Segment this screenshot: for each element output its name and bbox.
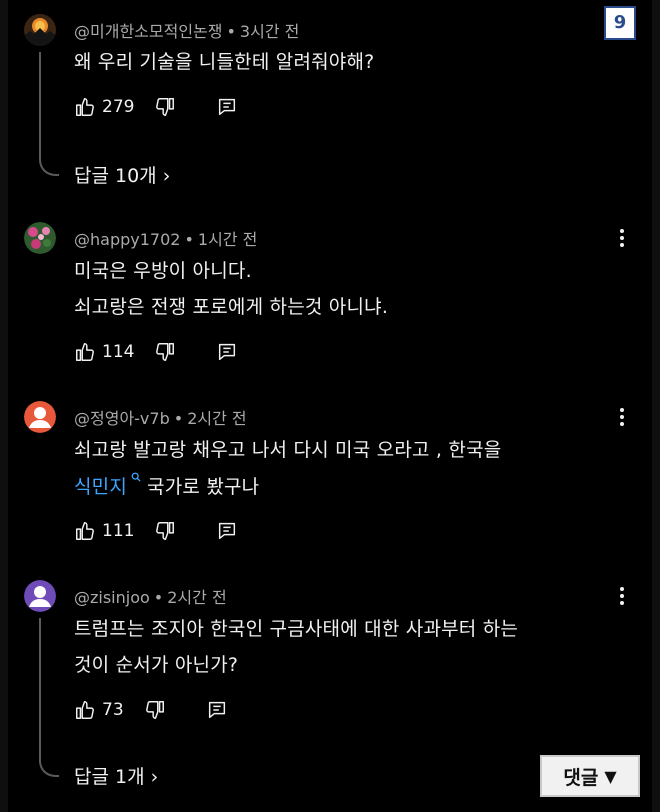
comment-actions: 111 xyxy=(74,520,238,542)
thumbs-down-icon xyxy=(145,701,164,719)
more-vert-icon[interactable] xyxy=(612,405,632,429)
like-count: 73 xyxy=(102,700,124,720)
thumbs-up-icon xyxy=(76,343,94,361)
reply-button[interactable] xyxy=(216,341,238,363)
thumbs-down-icon xyxy=(156,343,175,361)
comment-text: 왜 우리 기술을 니들한테 알려줘야해? xyxy=(74,51,375,73)
more-vert-icon[interactable] xyxy=(612,226,632,250)
comment-time[interactable]: 2시간 전 xyxy=(167,588,226,607)
reply-button[interactable] xyxy=(206,699,228,721)
search-icon[interactable] xyxy=(131,472,141,482)
avatar[interactable] xyxy=(24,401,56,433)
separator-dot: • xyxy=(184,230,194,249)
comment-icon xyxy=(219,343,236,361)
page-number-badge: 9 xyxy=(604,6,636,40)
reply-dropdown-button[interactable]: 댓글 ▼ xyxy=(540,755,640,797)
comment-actions: 73 xyxy=(74,699,228,721)
comment-text: 것이 순서가 아닌가? xyxy=(74,654,239,676)
like-count: 111 xyxy=(102,521,135,541)
comment-text: 쇠고랑 발고랑 채우고 나서 다시 미국 오라고 , 한국을 xyxy=(74,439,502,461)
separator-dot: • xyxy=(226,22,236,41)
comment-author[interactable]: @미개한소모적인논쟁 xyxy=(74,22,222,41)
thumbs-down-icon xyxy=(156,98,175,116)
comment-text: 식민지 국가로 봤구나 xyxy=(74,472,259,499)
thread-line xyxy=(39,618,59,777)
like-button[interactable]: 73 xyxy=(74,699,124,721)
comment-author[interactable]: @happy1702 xyxy=(74,230,180,249)
thread-line xyxy=(39,52,59,176)
comment-actions: 114 xyxy=(74,341,238,363)
dislike-button[interactable] xyxy=(154,96,176,118)
reply-dropdown-label: 댓글 xyxy=(563,766,599,789)
thumbs-up-icon xyxy=(76,98,94,116)
comment-actions: 279 xyxy=(74,96,238,118)
thumbs-down-icon xyxy=(156,522,175,540)
comment-meta: @미개한소모적인논쟁 • 3시간 전 xyxy=(74,18,299,42)
avatar[interactable] xyxy=(24,14,56,46)
search-link[interactable]: 식민지 xyxy=(74,476,127,498)
thumbs-up-icon xyxy=(76,701,94,719)
like-button[interactable]: 279 xyxy=(74,96,134,118)
avatar[interactable] xyxy=(24,222,56,254)
default-avatar-icon xyxy=(24,580,56,612)
separator-dot: • xyxy=(153,588,164,607)
comment-time[interactable]: 1시간 전 xyxy=(198,230,257,249)
comment-author[interactable]: @정영아-v7b xyxy=(74,409,170,428)
dislike-button[interactable] xyxy=(154,341,176,363)
like-button[interactable]: 114 xyxy=(74,341,134,363)
dislike-button[interactable] xyxy=(154,520,176,542)
comment-text-rest: 국가로 봤구나 xyxy=(147,476,260,498)
comment-icon xyxy=(219,522,236,540)
avatar-image xyxy=(24,222,56,254)
like-count: 114 xyxy=(102,342,135,362)
comment-icon xyxy=(208,701,225,719)
dislike-button[interactable] xyxy=(144,699,166,721)
default-avatar-icon xyxy=(24,401,56,433)
comment-meta: @정영아-v7b • 2시간 전 xyxy=(74,405,247,429)
comment-text: 미국은 우방이 아니다. xyxy=(74,260,252,282)
comment-time[interactable]: 3시간 전 xyxy=(240,22,299,41)
comment-time[interactable]: 2시간 전 xyxy=(187,409,246,428)
chevron-down-icon: ▼ xyxy=(604,766,617,786)
avatar-image xyxy=(24,14,56,46)
reply-button[interactable] xyxy=(216,96,238,118)
like-button[interactable]: 111 xyxy=(74,520,134,542)
replies-toggle[interactable]: 답글 1개 › xyxy=(74,762,158,789)
comment-author[interactable]: @zisinjoo xyxy=(74,588,150,607)
avatar[interactable] xyxy=(24,580,56,612)
thumbs-up-icon xyxy=(76,522,94,540)
like-count: 279 xyxy=(102,97,135,117)
comment-icon xyxy=(219,98,236,116)
comment-text: 트럼프는 조지아 한국인 구금사태에 대한 사과부터 하는 xyxy=(74,618,519,640)
separator-dot: • xyxy=(173,409,184,428)
more-vert-icon[interactable] xyxy=(612,584,632,608)
comment-text: 쇠고랑은 전쟁 포로에게 하는것 아니냐. xyxy=(74,296,389,318)
comment-meta: @happy1702 • 1시간 전 xyxy=(74,226,257,250)
reply-button[interactable] xyxy=(216,520,238,542)
replies-toggle[interactable]: 답글 10개 › xyxy=(74,161,170,188)
comment-meta: @zisinjoo • 2시간 전 xyxy=(74,584,227,608)
